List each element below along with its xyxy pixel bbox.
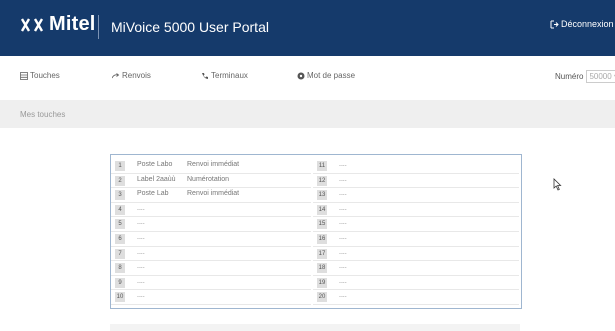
logout-label: Déconnexion [561,19,614,29]
key-number: 4 [115,204,125,215]
keys-column-right: 11.... 12.... 13.... 14.... 15.... 16.... 17..… [313,159,519,305]
key-number: 17 [317,248,327,259]
key-label: .... [339,277,347,285]
row-divider [111,303,311,305]
key-number: 2 [115,175,125,186]
key-label: Label 2aaùù [137,175,176,183]
nav-item-mot-de-passe[interactable]: Mot de passe [297,71,355,80]
key-label: .... [339,190,347,198]
key-row[interactable]: 1 Poste Labo Renvoi immédiat [111,159,311,174]
portal-title: MiVoice 5000 User Portal [111,19,269,35]
key-number: 5 [115,219,125,230]
key-label: .... [339,204,347,212]
key-label: .... [339,175,347,183]
key-row[interactable]: 6.... [111,232,311,247]
key-row[interactable]: 20.... [313,290,519,305]
key-number: 13 [317,190,327,201]
key-label: .... [137,248,145,256]
key-label: Poste Labo [137,161,173,168]
key-row[interactable]: 14.... [313,203,519,218]
brand-name: Mitel [49,13,96,35]
mouse-cursor-icon [553,178,562,191]
key-row[interactable]: 2 Label 2aaùù Numérotation [111,174,311,189]
key-row[interactable]: 16.... [313,232,519,247]
key-number: 6 [115,233,125,244]
footer-strip [110,324,520,331]
nav-item-mot-de-passe-label: Mot de passe [307,71,356,80]
key-function: Renvoi immédiat [187,161,240,168]
keys-grid: 1 Poste Labo Renvoi immédiat 2 Label 2aaùù Nu… [110,154,522,309]
key-number: 11 [317,161,327,171]
key-number: 3 [115,190,125,201]
key-number: 9 [115,277,125,288]
key-row[interactable]: 19.... [313,276,519,291]
key-row[interactable]: 18.... [313,261,519,276]
section-title: Mes touches [20,110,66,119]
mitel-logo: Mitel [19,13,96,36]
key-row[interactable]: 13.... [313,188,519,203]
key-number: 19 [317,277,327,288]
key-row[interactable]: 10.... [111,290,311,305]
key-number: 16 [317,233,327,244]
key-label: .... [339,233,347,241]
key-label: .... [137,263,145,271]
keypad-icon [20,71,28,80]
key-row[interactable]: 8.... [111,261,311,276]
nav-item-terminaux[interactable]: Terminaux [201,71,248,80]
key-label: Poste Lab [137,190,169,198]
key-row[interactable]: 15.... [313,217,519,232]
key-number: 10 [115,292,125,303]
key-number: 8 [115,263,125,274]
key-label: .... [137,292,145,300]
nav-item-renvois[interactable]: Renvois [112,71,151,80]
key-row[interactable]: 3 Poste Lab Renvoi immédiat [111,188,311,203]
key-number: 15 [317,219,327,230]
row-divider [313,303,519,305]
logout-button[interactable]: Déconnexion [550,19,614,29]
section-header: Mes touches [0,100,615,128]
key-label: .... [339,292,347,300]
main-nav: Touches Renvois Terminaux Mot de passe N… [0,56,615,96]
key-row[interactable]: 5.... [111,217,311,232]
key-label: .... [137,277,145,285]
numero-value: 50000 [589,72,612,81]
key-row[interactable]: 17.... [313,247,519,262]
nav-item-terminaux-label: Terminaux [211,71,248,80]
key-label: .... [339,263,347,271]
numero-label: Numéro [555,72,584,81]
key-number: 20 [317,292,327,303]
numero-selector: Numéro 50000 ▾ [555,70,615,83]
key-number: 7 [115,248,125,259]
key-row[interactable]: 9.... [111,276,311,291]
key-label: .... [339,248,347,256]
key-row[interactable]: 11.... [313,159,519,174]
key-label: .... [137,204,145,212]
app-header: Mitel MiVoice 5000 User Portal Déconnexi… [0,0,615,56]
key-label: .... [137,233,145,241]
key-function: Renvoi immédiat [187,190,240,198]
key-row[interactable]: 4.... [111,203,311,218]
key-number: 14 [317,204,327,215]
nav-item-touches[interactable]: Touches [20,71,60,80]
key-number: 1 [115,161,125,171]
key-label: .... [339,219,347,227]
key-number: 12 [317,175,327,186]
keys-column-left: 1 Poste Labo Renvoi immédiat 2 Label 2aaùù Nu… [111,159,311,305]
key-function: Numérotation [187,175,230,183]
forward-arrow-icon [112,72,120,78]
mitel-logo-icon [20,17,44,32]
key-number: 18 [317,263,327,274]
header-divider [98,15,99,39]
logout-icon [550,20,559,28]
key-label: .... [137,219,145,227]
numero-select[interactable]: 50000 ▾ [586,70,615,83]
gear-icon [297,72,305,79]
nav-item-touches-label: Touches [30,71,60,80]
phone-icon [202,72,208,79]
nav-item-renvois-label: Renvois [122,71,151,80]
key-label: .... [339,161,347,168]
key-row[interactable]: 12.... [313,174,519,189]
key-row[interactable]: 7.... [111,247,311,262]
